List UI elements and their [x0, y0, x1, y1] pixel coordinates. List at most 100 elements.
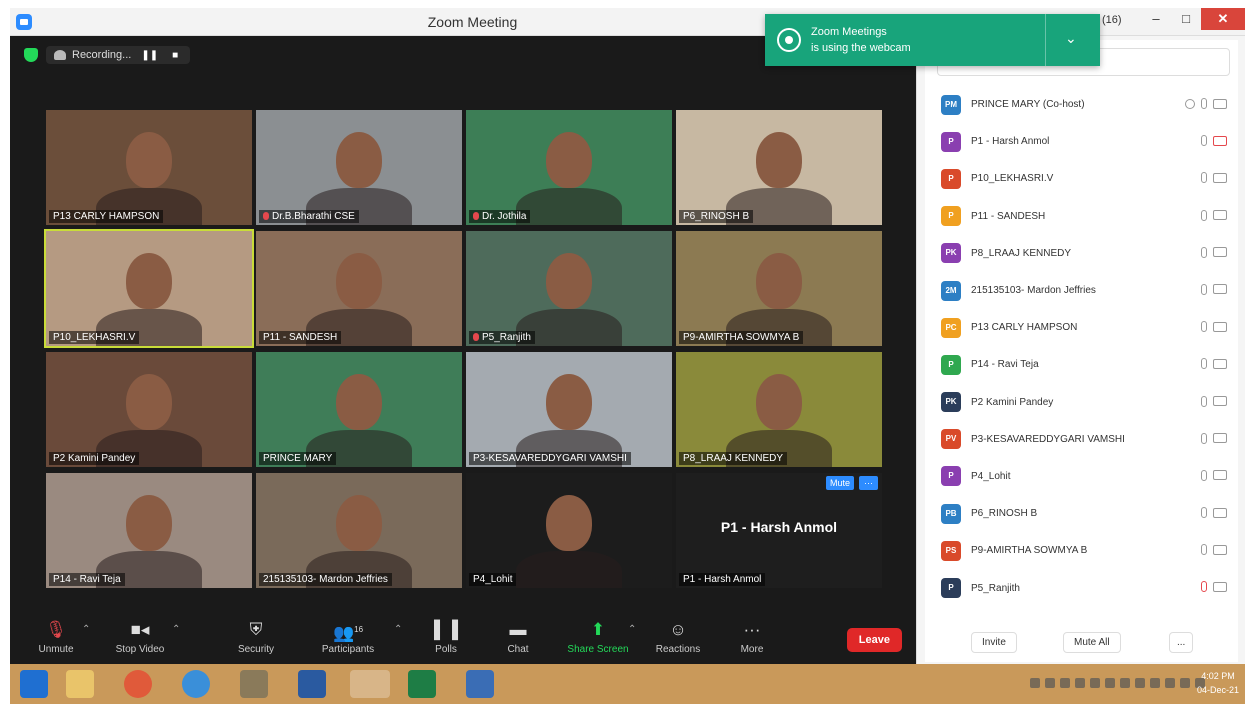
video-tile[interactable]: P8_LRAAJ KENNEDY: [676, 352, 882, 467]
start-button-windows-icon[interactable]: [20, 670, 48, 698]
participant-row[interactable]: P P1 - Harsh Anmol: [941, 123, 1231, 160]
participant-row[interactable]: PS P9-AMIRTHA SOWMYA B: [941, 532, 1231, 569]
tray-icon[interactable]: [1150, 678, 1160, 688]
participants-button[interactable]: 👥16 Participants: [308, 618, 388, 655]
video-tile[interactable]: P14 - Ravi Teja: [46, 473, 252, 588]
chat-button[interactable]: ▬ Chat: [478, 618, 558, 655]
participants-options-caret-icon[interactable]: ⌃: [394, 624, 402, 635]
audio-options-caret-icon[interactable]: ⌃: [82, 624, 90, 635]
reactions-button[interactable]: ☺ Reactions: [638, 618, 718, 655]
tray-icon[interactable]: [1135, 678, 1145, 688]
video-tile[interactable]: P9-AMIRTHA SOWMYA B: [676, 231, 882, 346]
video-tile[interactable]: P6_RINOSH B: [676, 110, 882, 225]
microphone-icon: [1201, 98, 1207, 109]
participant-row[interactable]: P P4_Lohit: [941, 458, 1231, 495]
participant-row[interactable]: PC P13 CARLY HAMPSON: [941, 309, 1231, 346]
app-window-icon[interactable]: [298, 670, 326, 698]
microphone-icon: [1201, 544, 1207, 556]
file-explorer-icon[interactable]: [66, 670, 94, 698]
mute-all-button[interactable]: Mute All: [1063, 632, 1121, 653]
tray-icon[interactable]: [1165, 678, 1175, 688]
participant-row[interactable]: PV P3-KESAVAREDDYGARI VAMSHI: [941, 421, 1231, 458]
video-tile[interactable]: P10_LEKHASRI.V: [44, 229, 254, 348]
snipping-tool-icon[interactable]: [240, 670, 268, 698]
picture-viewer-icon[interactable]: [466, 670, 494, 698]
video-tile[interactable]: Dr.B.Bharathi CSE: [256, 110, 462, 225]
participant-row[interactable]: P P10_LEKHASRI.V: [941, 160, 1231, 197]
stop-video-button[interactable]: ■◂ Stop Video: [100, 618, 180, 655]
tray-icon[interactable]: [1180, 678, 1190, 688]
video-tile-name-text: P9-AMIRTHA SOWMYA B: [683, 332, 800, 343]
participant-row[interactable]: P P5_Ranjith: [941, 569, 1231, 606]
tray-icon[interactable]: [1030, 678, 1040, 688]
internet-explorer-icon[interactable]: [182, 670, 210, 698]
security-button[interactable]: ⛨ Security: [216, 618, 296, 655]
video-tile[interactable]: P3-KESAVAREDDYGARI VAMSHI: [466, 352, 672, 467]
participants-panel-body: PM PRINCE MARY (Co-host) P P1 - Harsh Anmol…: [925, 40, 1238, 662]
system-clock[interactable]: 4:02 PM 04-Dec-21: [1197, 669, 1239, 697]
participant-status-icons: [1201, 581, 1227, 593]
tray-icon[interactable]: [1075, 678, 1085, 688]
video-tile[interactable]: PRINCE MARY: [256, 352, 462, 467]
video-tile-name-text: P13 CARLY HAMPSON: [53, 211, 160, 222]
video-options-caret-icon[interactable]: ⌃: [172, 624, 180, 635]
microphone-icon: [1201, 469, 1207, 481]
participant-row[interactable]: PM PRINCE MARY (Co-host): [941, 86, 1231, 123]
tray-icon[interactable]: [1105, 678, 1115, 688]
participant-status-icons: [1201, 172, 1227, 184]
participant-name: P1 - Harsh Anmol: [971, 136, 1050, 148]
tray-icon[interactable]: [1045, 678, 1055, 688]
more-button[interactable]: ··· More: [712, 618, 792, 655]
video-tile[interactable]: P13 CARLY HAMPSON: [46, 110, 252, 225]
video-tile[interactable]: P11 - SANDESH: [256, 231, 462, 346]
participant-list: PM PRINCE MARY (Co-host) P P1 - Harsh Anmol…: [941, 86, 1231, 607]
excel-icon[interactable]: [408, 670, 436, 698]
tray-icon[interactable]: [1090, 678, 1100, 688]
video-tile[interactable]: P2 Kamini Pandey: [46, 352, 252, 467]
maximize-button[interactable]: □: [1171, 8, 1201, 30]
tray-icon[interactable]: [1060, 678, 1070, 688]
chevron-down-icon[interactable]: ⌄: [1065, 30, 1077, 47]
more-options-button[interactable]: ...: [1169, 632, 1194, 653]
tray-icon[interactable]: [1120, 678, 1130, 688]
tile-more-button[interactable]: ···: [859, 476, 878, 490]
participant-status-icons: [1201, 507, 1227, 519]
video-tile[interactable]: Dr. Jothila: [466, 110, 672, 225]
reactions-emoji-icon: ☺: [669, 620, 687, 639]
video-tile[interactable]: P5_Ranjith: [466, 231, 672, 346]
muted-mic-icon: [473, 333, 479, 341]
participant-row[interactable]: PB P6_RINOSH B: [941, 495, 1231, 532]
share-screen-button[interactable]: ⬆ Share Screen: [558, 618, 638, 655]
polls-button[interactable]: ▌▐ Polls: [406, 618, 486, 655]
video-tile-name: Dr.B.Bharathi CSE: [259, 210, 359, 223]
participant-video-face: [126, 495, 172, 551]
participant-row[interactable]: P P14 - Ravi Teja: [941, 346, 1231, 383]
video-tile-name-text: Dr. Jothila: [482, 211, 527, 222]
webcam-notification[interactable]: Zoom Meetings is using the webcam ⌄: [765, 14, 1100, 66]
share-options-caret-icon[interactable]: ⌃: [628, 624, 636, 635]
participants-label: Participants: [321, 644, 375, 655]
participant-row[interactable]: 2M 215135103- Mardon Jeffries: [941, 272, 1231, 309]
invite-button[interactable]: Invite: [971, 632, 1017, 653]
window-controls: – □ ✕: [1141, 8, 1245, 30]
video-tile[interactable]: 215135103- Mardon Jeffries: [256, 473, 462, 588]
video-tile[interactable]: P1 - Harsh Anmol Mute ··· P1 - Harsh Anmol: [676, 473, 882, 588]
pause-recording-button[interactable]: ❚❚: [137, 50, 162, 61]
stop-recording-button[interactable]: ■: [168, 50, 182, 61]
zoom-taskbar-icon[interactable]: [350, 670, 390, 698]
participant-name: PRINCE MARY (Co-host): [971, 99, 1085, 111]
participant-row[interactable]: P P11 - SANDESH: [941, 198, 1231, 235]
video-tile-name: P2 Kamini Pandey: [49, 452, 140, 465]
participant-row[interactable]: PK P8_LRAAJ KENNEDY: [941, 235, 1231, 272]
encryption-shield-icon[interactable]: [24, 48, 38, 62]
chrome-browser-icon[interactable]: [124, 670, 152, 698]
video-tile[interactable]: P4_Lohit: [466, 473, 672, 588]
video-tile-name-text: PRINCE MARY: [263, 453, 333, 464]
mute-participant-button[interactable]: Mute: [825, 476, 854, 490]
minimize-button[interactable]: –: [1141, 8, 1171, 30]
participants-panel: PM PRINCE MARY (Co-host) P P1 - Harsh Anmol…: [916, 36, 1245, 664]
participant-row[interactable]: PK P2 Kamini Pandey: [941, 384, 1231, 421]
leave-button[interactable]: Leave: [846, 628, 902, 652]
close-button[interactable]: ✕: [1201, 8, 1245, 30]
participant-status-icons: [1201, 358, 1227, 370]
